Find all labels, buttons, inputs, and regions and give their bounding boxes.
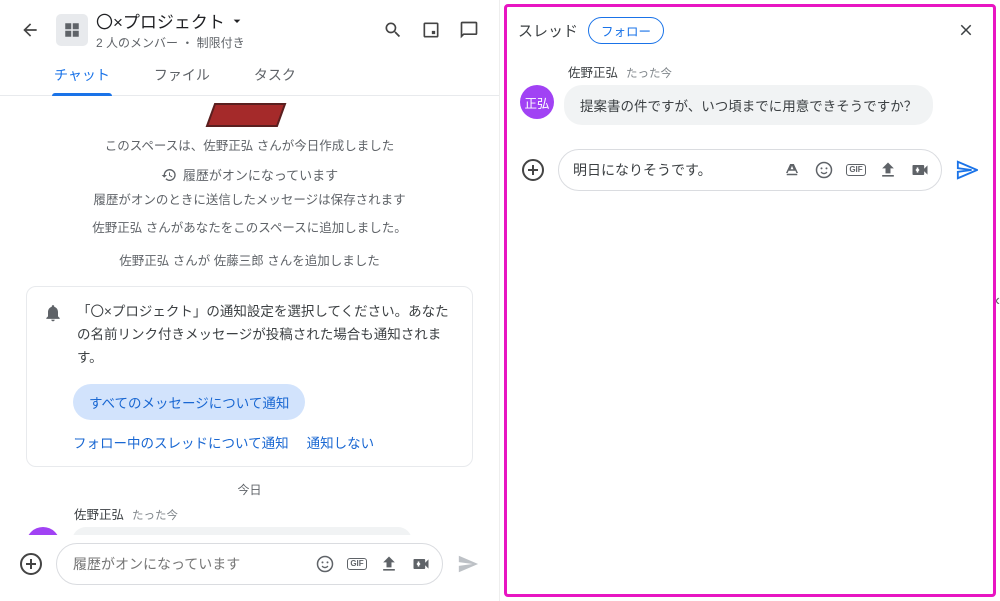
decorative-shape-icon	[205, 102, 295, 130]
message-time: たった今	[132, 507, 178, 523]
follow-button[interactable]: フォロー	[588, 17, 664, 44]
thread-gif-button[interactable]: GIF	[841, 155, 871, 185]
bell-icon	[43, 303, 63, 323]
notify-none-button[interactable]: 通知しない	[307, 432, 375, 452]
emoji-icon	[814, 160, 834, 180]
close-icon	[957, 21, 975, 39]
tab-chat[interactable]: チャット	[52, 55, 112, 95]
history-icon	[161, 167, 177, 183]
arrow-left-icon	[20, 20, 40, 40]
thread-format-button[interactable]	[777, 155, 807, 185]
popout-button[interactable]	[413, 12, 449, 48]
search-icon	[383, 20, 403, 40]
space-avatar	[56, 14, 88, 46]
emoji-button[interactable]	[310, 549, 340, 579]
send-icon	[457, 553, 479, 575]
added-other-info: 佐野正弘 さんが 佐藤三郎 さんを追加しました	[50, 251, 450, 272]
compose-input[interactable]	[73, 556, 308, 572]
message-sender: 佐野正弘	[74, 504, 124, 523]
upload-icon	[878, 160, 898, 180]
video-plus-icon	[411, 554, 431, 574]
collapse-handle-icon[interactable]: ‹	[995, 292, 1000, 310]
added-you-info: 佐野正弘 さんがあなたをこのスペースに追加しました。	[50, 218, 450, 239]
thread-video-button[interactable]	[905, 155, 935, 185]
message-group: 佐野正弘 たった今 正弘 提案書の件ですが、いつ頃までに用意できそうですか？	[20, 504, 479, 535]
back-button[interactable]	[12, 12, 48, 48]
video-plus-icon	[910, 160, 930, 180]
thread-emoji-button[interactable]	[809, 155, 839, 185]
compose-add-button[interactable]	[14, 547, 48, 581]
sender-avatar: 正弘	[26, 527, 60, 535]
notification-card-text: 「〇×プロジェクト」の通知設定を選択してください。あなたの名前リンク付きメッセー…	[77, 301, 456, 370]
chat-bubble-icon	[459, 20, 479, 40]
thread-sender: 佐野正弘	[568, 62, 618, 81]
thread-upload-button[interactable]	[873, 155, 903, 185]
thread-compose-box[interactable]: GIF	[558, 149, 942, 191]
compose-box[interactable]: GIF	[56, 543, 443, 585]
upload-icon	[379, 554, 399, 574]
video-add-button[interactable]	[406, 549, 436, 579]
plus-circle-icon	[19, 552, 43, 576]
space-title: 〇×プロジェクト	[96, 8, 225, 33]
thread-title: スレッド	[518, 20, 578, 41]
thread-time: たった今	[626, 65, 672, 81]
send-icon	[956, 159, 978, 181]
close-button[interactable]	[950, 14, 982, 46]
send-button[interactable]	[451, 547, 485, 581]
thread-reply-input[interactable]	[573, 162, 775, 178]
upload-button[interactable]	[374, 549, 404, 579]
chat-panel-button[interactable]	[451, 12, 487, 48]
space-subtitle: 2 人のメンバー ・ 制限付き	[96, 34, 367, 51]
chevron-down-icon	[229, 13, 245, 29]
thread-orig-bubble[interactable]: 提案書の件ですが、いつ頃までに用意できそうですか？	[564, 85, 933, 125]
tab-bar: チャット ファイル タスク	[0, 51, 499, 96]
created-info: このスペースは、佐野正弘 さんが今日作成しました	[50, 136, 450, 157]
gif-icon: GIF	[846, 164, 865, 176]
plus-circle-icon	[521, 158, 545, 182]
text-format-icon	[783, 161, 801, 179]
history-note: 履歴がオンのときに送信したメッセージは保存されます	[50, 190, 450, 211]
popout-icon	[421, 20, 441, 40]
tab-tasks[interactable]: タスク	[252, 55, 298, 95]
gif-button[interactable]: GIF	[342, 549, 372, 579]
notification-settings-card: 「〇×プロジェクト」の通知設定を選択してください。あなたの名前リンク付きメッセー…	[26, 286, 473, 467]
space-title-row[interactable]: 〇×プロジェクト	[96, 8, 367, 33]
notify-following-button[interactable]: フォロー中のスレッドについて通知	[73, 432, 289, 452]
history-status: 履歴がオンになっています	[20, 165, 479, 184]
date-separator: 今日	[20, 481, 479, 498]
history-on-label: 履歴がオンになっています	[183, 165, 338, 184]
notify-all-button[interactable]: すべてのメッセージについて通知	[73, 384, 305, 420]
emoji-icon	[315, 554, 335, 574]
grid-icon	[63, 21, 81, 39]
tab-files[interactable]: ファイル	[152, 55, 212, 95]
thread-add-button[interactable]	[516, 153, 550, 187]
message-bubble[interactable]: 提案書の件ですが、いつ頃までに用意できそうですか？	[72, 527, 412, 535]
search-button[interactable]	[375, 12, 411, 48]
thread-avatar: 正弘	[520, 85, 554, 119]
gif-icon: GIF	[347, 558, 366, 570]
thread-send-button[interactable]	[950, 153, 984, 187]
